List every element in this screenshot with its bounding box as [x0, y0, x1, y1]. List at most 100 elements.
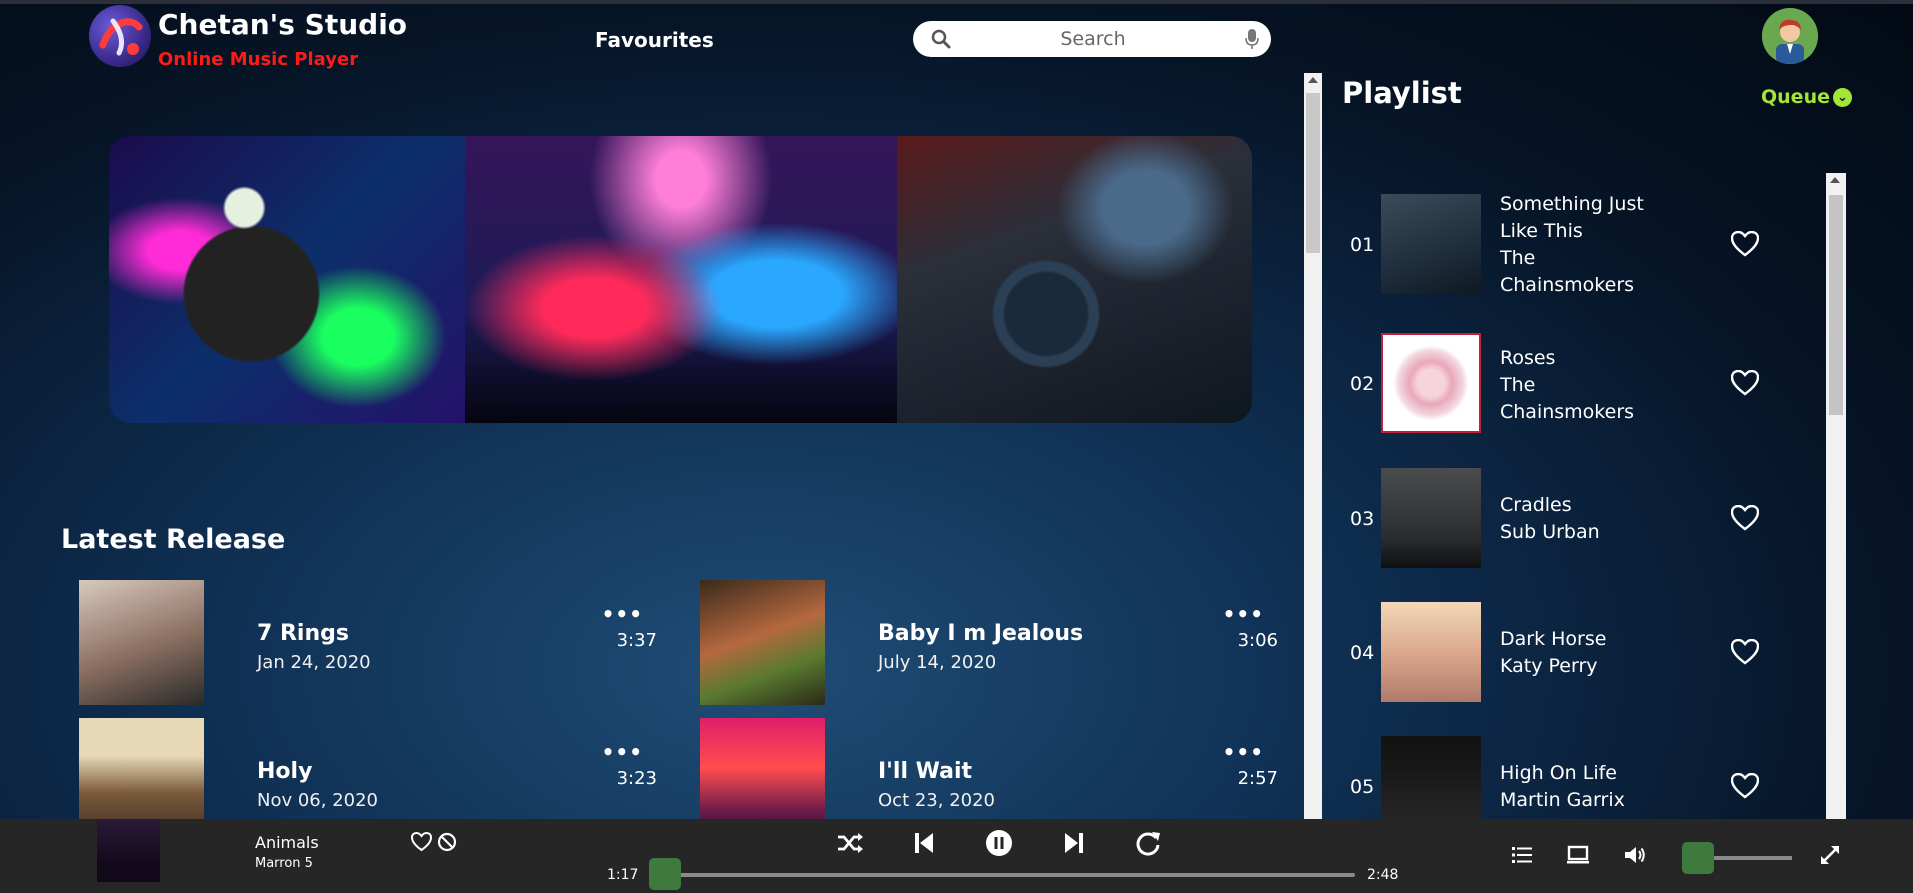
main-scroll-thumb[interactable] [1306, 93, 1320, 253]
search-bar [913, 21, 1271, 57]
song-date: Nov 06, 2020 [257, 790, 379, 811]
heart-icon[interactable] [411, 832, 432, 852]
playlist-item[interactable]: 02 Roses The Chainsmokers [1340, 333, 1780, 448]
queue-label: Queue [1761, 86, 1830, 108]
more-icon[interactable]: ••• [602, 740, 643, 764]
banner-image-concert [465, 136, 897, 423]
previous-icon[interactable] [910, 829, 938, 857]
playlist-item[interactable]: 05 High On Life Martin Garrix [1340, 736, 1780, 819]
playlist-line: Dark Horse [1500, 628, 1607, 650]
progress-bar[interactable] [649, 858, 1355, 890]
song-cover[interactable] [700, 580, 825, 705]
playlist-heading: Playlist [1342, 76, 1462, 110]
playlist-item-text: High On Life Martin Garrix [1500, 760, 1650, 814]
scroll-up-arrow[interactable] [1830, 177, 1840, 183]
elapsed-time: 1:17 [607, 867, 639, 883]
heart-icon[interactable] [1731, 505, 1759, 531]
playlist-scroll-thumb[interactable] [1829, 195, 1843, 415]
latest-release-heading: Latest Release [61, 524, 286, 555]
playlist-item[interactable]: 04 Dark Horse Katy Perry [1340, 602, 1780, 717]
playlist-line: High On Life [1500, 762, 1617, 784]
song-title: Holy [257, 759, 313, 784]
now-playing-cover[interactable] [97, 819, 160, 882]
song-card[interactable]: Baby I m Jealous July 14, 2020 ••• 3:06 [700, 580, 1280, 706]
queue-toggle[interactable]: Queue ⌄ [1761, 86, 1852, 108]
playlist-scrollbar[interactable] [1826, 173, 1846, 819]
main-scrollbar[interactable] [1304, 73, 1322, 819]
fullscreen-icon[interactable] [1818, 843, 1842, 867]
banner-image-dj-mask [109, 136, 465, 423]
song-card[interactable]: 7 Rings Jan 24, 2020 ••• 3:37 [79, 580, 659, 706]
song-card[interactable]: Holy Nov 06, 2020 ••• 3:23 [79, 718, 659, 819]
avatar-icon[interactable] [1762, 8, 1818, 64]
repeat-icon[interactable] [1134, 829, 1162, 857]
logo-icon[interactable] [89, 5, 151, 67]
nav-favourites[interactable]: Favourites [595, 28, 714, 52]
playlist-item-number: 02 [1350, 373, 1375, 395]
heart-icon[interactable] [1731, 773, 1759, 799]
block-icon[interactable] [437, 832, 457, 852]
playlist-line: Martin Garrix [1500, 789, 1625, 811]
playlist-item[interactable]: 01 Something Just Like This The Chainsmo… [1340, 191, 1780, 309]
queue-list-icon[interactable] [1510, 843, 1534, 867]
song-cover[interactable] [79, 580, 204, 705]
playlist-item-cover [1381, 194, 1481, 294]
rose-art [1393, 345, 1469, 421]
brand-subtitle: Online Music Player [158, 49, 359, 70]
device-icon[interactable] [1566, 843, 1590, 867]
volume-icon[interactable] [1623, 843, 1647, 867]
playlist-item-cover [1381, 333, 1481, 433]
volume-slider[interactable] [1682, 842, 1792, 874]
playlist-item-cover [1381, 602, 1481, 702]
playlist-item-number: 01 [1350, 234, 1375, 256]
mic-icon[interactable] [1245, 29, 1259, 49]
playlist-item-number: 03 [1350, 508, 1375, 530]
playlist-line: Chainsmokers [1500, 401, 1635, 423]
pause-icon[interactable] [985, 829, 1013, 857]
song-duration: 3:23 [616, 768, 657, 789]
playlist-item-number: 05 [1350, 776, 1375, 798]
more-icon[interactable]: ••• [602, 602, 643, 626]
playlist-line: Chainsmokers [1500, 274, 1635, 296]
player-bar: Animals Marron 5 1:17 2:48 [0, 819, 1913, 893]
song-duration: 2:57 [1237, 768, 1278, 789]
playlist-item-cover [1381, 736, 1481, 819]
song-title: 7 Rings [257, 621, 349, 646]
playlist-line: Katy Perry [1500, 655, 1598, 677]
playlist-line: Cradles [1500, 494, 1572, 516]
scroll-up-arrow[interactable] [1308, 77, 1318, 83]
more-icon[interactable]: ••• [1223, 740, 1264, 764]
song-cover[interactable] [700, 718, 825, 819]
shuffle-icon[interactable] [836, 829, 864, 857]
search-icon[interactable] [931, 29, 951, 49]
top-border [0, 0, 1913, 4]
song-date: July 14, 2020 [878, 652, 997, 673]
chevron-down-icon: ⌄ [1832, 88, 1852, 107]
banner-image-turntable [897, 136, 1252, 423]
playlist-item-text: Roses The Chainsmokers [1500, 345, 1650, 426]
volume-knob[interactable] [1682, 842, 1714, 874]
playlist-item-text: Dark Horse Katy Perry [1500, 626, 1650, 680]
search-input[interactable] [963, 25, 1223, 53]
song-card[interactable]: I'll Wait Oct 23, 2020 ••• 2:57 [700, 718, 1280, 819]
playlist-line: The [1500, 374, 1536, 396]
now-playing-title: Animals [255, 833, 319, 852]
playlist-item-cover [1381, 468, 1481, 568]
more-icon[interactable]: ••• [1223, 602, 1264, 626]
song-duration: 3:37 [616, 630, 657, 651]
song-date: Oct 23, 2020 [878, 790, 995, 811]
heart-icon[interactable] [1731, 639, 1759, 665]
song-cover[interactable] [79, 718, 204, 819]
progress-knob[interactable] [649, 858, 681, 890]
song-title: Baby I m Jealous [878, 621, 1084, 646]
playlist-line: Like This [1500, 220, 1583, 242]
playlist-line: Something Just [1500, 193, 1644, 215]
total-time: 2:48 [1367, 867, 1399, 883]
playlist-item-number: 04 [1350, 642, 1375, 664]
heart-icon[interactable] [1731, 370, 1759, 396]
heart-icon[interactable] [1731, 231, 1759, 257]
next-icon[interactable] [1060, 829, 1088, 857]
playlist-item[interactable]: 03 Cradles Sub Urban [1340, 468, 1780, 583]
hero-banner[interactable] [109, 136, 1252, 423]
playlist-item-text: Something Just Like This The Chainsmoker… [1500, 191, 1650, 299]
